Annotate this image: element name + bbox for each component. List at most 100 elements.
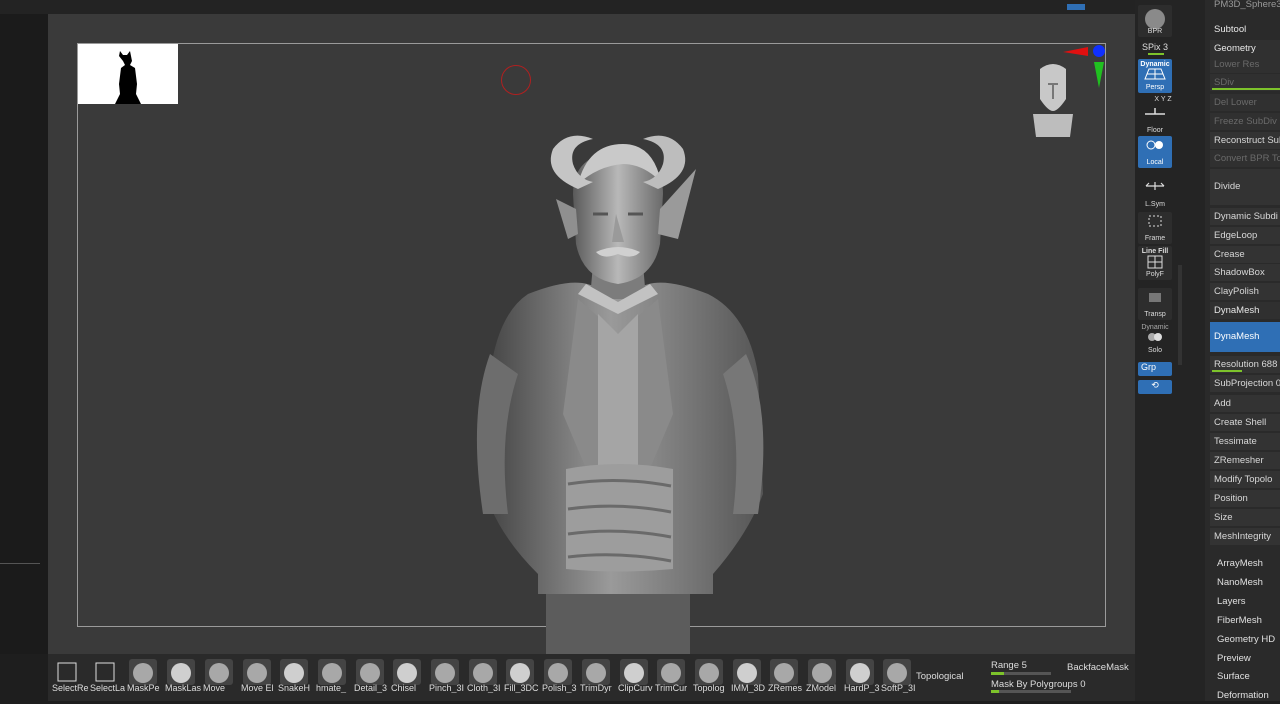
dynamic-subdiv-menu[interactable]: Dynamic Subdi: [1210, 208, 1280, 225]
brush-label-1: SelectLa: [90, 683, 126, 693]
brush-label-16: TrimCur: [655, 683, 688, 693]
topological-button[interactable]: Topological: [916, 671, 964, 682]
left-divider: [0, 563, 40, 564]
brush-button-14[interactable]: [582, 659, 610, 685]
brush-shelf: SelectRe SelectLa MaskPe MaskLas Move Move El…: [48, 654, 1135, 701]
range-slider-track[interactable]: [991, 672, 1051, 675]
sdiv-slider[interactable]: SDiv: [1210, 74, 1280, 91]
sculpt-model[interactable]: [428, 114, 808, 654]
dynamesh-button[interactable]: DynaMesh: [1210, 322, 1280, 352]
tessimate-menu[interactable]: Tessimate: [1210, 433, 1280, 450]
zremesher-menu[interactable]: ZRemesher: [1210, 452, 1280, 469]
local-button[interactable]: Local: [1138, 136, 1172, 168]
subprojection-slider[interactable]: SubProjection 0: [1210, 375, 1280, 392]
brush-button-3[interactable]: [167, 659, 195, 685]
polygroup-toggle-button[interactable]: ⟲: [1138, 380, 1172, 394]
geometry-hd-menu[interactable]: Geometry HD: [1213, 631, 1280, 648]
brush-button-8[interactable]: [356, 659, 384, 685]
brush-button-12[interactable]: [506, 659, 534, 685]
mask-by-polygroups-fill: [991, 690, 999, 693]
brush-button-1[interactable]: [92, 659, 120, 685]
spix-slider[interactable]: SPix 3: [1135, 42, 1175, 52]
column-scrollbar[interactable]: [1178, 265, 1182, 365]
spix-slider-fill: [1148, 53, 1164, 55]
brush-button-22[interactable]: [883, 659, 911, 685]
move-elastic-icon: [247, 663, 267, 683]
frame-button[interactable]: Frame: [1138, 212, 1172, 244]
brush-button-20[interactable]: [808, 659, 836, 685]
claypolish-menu[interactable]: ClayPolish: [1210, 283, 1280, 300]
brush-button-7[interactable]: [318, 659, 346, 685]
grp-button[interactable]: Grp: [1138, 362, 1172, 376]
brush-button-2[interactable]: [129, 659, 157, 685]
brush-button-5[interactable]: [243, 659, 271, 685]
dynamesh-menu[interactable]: DynaMesh: [1210, 302, 1280, 319]
lower-res-button[interactable]: Lower Res: [1210, 56, 1280, 73]
create-shell-button[interactable]: Create Shell: [1210, 414, 1280, 431]
range-slider[interactable]: Range 5: [991, 660, 1027, 671]
brush-button-4[interactable]: [205, 659, 233, 685]
arraymesh-menu[interactable]: ArrayMesh: [1213, 555, 1280, 572]
cycle-icon: ⟲: [1151, 380, 1159, 390]
persp-button[interactable]: Dynamic Persp: [1138, 59, 1172, 93]
brush-cursor: [501, 65, 531, 95]
freeze-subdiv-button[interactable]: Freeze SubDiv: [1210, 113, 1280, 130]
select-lasso-icon: [95, 662, 115, 682]
brush-button-0[interactable]: [54, 659, 82, 685]
convert-bpr-button[interactable]: Convert BPR To: [1210, 150, 1280, 167]
polyf-button[interactable]: Line Fill PolyF: [1138, 246, 1172, 280]
surface-menu[interactable]: Surface: [1213, 668, 1280, 685]
fibermesh-menu[interactable]: FiberMesh: [1213, 612, 1280, 629]
preview-menu[interactable]: Preview: [1213, 650, 1280, 667]
divide-button[interactable]: Divide: [1210, 169, 1280, 205]
brush-button-11[interactable]: [469, 659, 497, 685]
cloth-icon: [473, 663, 493, 683]
geometry-menu[interactable]: Geometry: [1210, 40, 1280, 57]
resolution-slider[interactable]: Resolution 688: [1210, 356, 1280, 373]
axis-gizmo[interactable]: [1058, 42, 1108, 97]
backfacemask-button[interactable]: BackfaceMask: [1067, 662, 1129, 673]
lsym-button[interactable]: L.Sym: [1138, 178, 1172, 210]
mask-by-polygroups-slider[interactable]: Mask By Polygroups 0: [991, 679, 1086, 690]
brush-button-9[interactable]: [393, 659, 421, 685]
position-menu[interactable]: Position: [1210, 490, 1280, 507]
subtool-menu[interactable]: Subtool: [1210, 21, 1280, 38]
brush-button-19[interactable]: [770, 659, 798, 685]
move-brush-icon: [209, 663, 229, 683]
solo-button[interactable]: Dynamic Solo: [1138, 322, 1172, 356]
bpr-button[interactable]: BPR: [1138, 5, 1172, 37]
nanomesh-menu[interactable]: NanoMesh: [1213, 574, 1280, 591]
xyz-label[interactable]: X Y Z: [1143, 96, 1183, 103]
brush-button-18[interactable]: [733, 659, 761, 685]
brush-button-10[interactable]: [431, 659, 459, 685]
crease-menu[interactable]: Crease: [1210, 246, 1280, 263]
transparency-icon: [1149, 293, 1161, 302]
edgeloop-menu[interactable]: EdgeLoop: [1210, 227, 1280, 244]
reconstruct-subdiv-button[interactable]: Reconstruct Sub: [1210, 132, 1280, 149]
brush-button-15[interactable]: [620, 659, 648, 685]
layers-menu[interactable]: Layers: [1213, 593, 1280, 610]
top-indicator: [1067, 4, 1085, 10]
clipcurve-icon: [624, 663, 644, 683]
mask-by-polygroups-track[interactable]: [991, 690, 1071, 693]
shadowbox-menu[interactable]: ShadowBox: [1210, 264, 1280, 281]
del-lower-button[interactable]: Del Lower: [1210, 94, 1280, 111]
deformation-menu[interactable]: Deformation: [1213, 687, 1280, 704]
brush-label-17: Topolog: [693, 683, 725, 693]
brush-button-16[interactable]: [657, 659, 685, 685]
meshintegrity-menu[interactable]: MeshIntegrity: [1210, 528, 1280, 545]
pinch-icon: [435, 663, 455, 683]
brush-button-6[interactable]: [280, 659, 308, 685]
canvas-viewport[interactable]: [48, 14, 1135, 654]
modify-topology-menu[interactable]: Modify Topolo: [1210, 471, 1280, 488]
brush-button-17[interactable]: [695, 659, 723, 685]
brush-label-5: Move El: [241, 683, 274, 693]
top-bar: [0, 0, 1205, 14]
brush-button-13[interactable]: [544, 659, 572, 685]
transp-button[interactable]: Transp: [1138, 288, 1172, 320]
brush-button-21[interactable]: [846, 659, 874, 685]
brush-label-2: MaskPe: [127, 683, 160, 693]
floor-button[interactable]: Floor: [1138, 104, 1172, 136]
add-button[interactable]: Add: [1210, 395, 1280, 412]
size-menu[interactable]: Size: [1210, 509, 1280, 526]
